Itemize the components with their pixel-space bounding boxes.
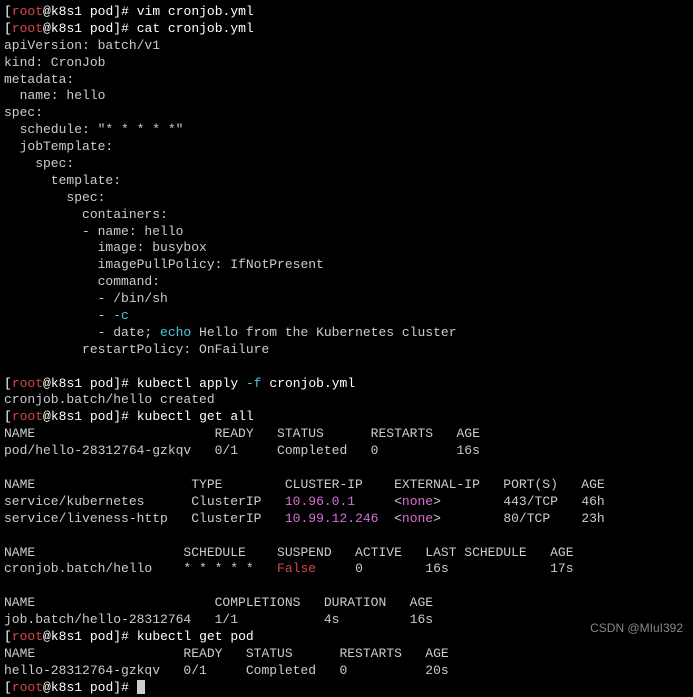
table-header: NAME READY STATUS RESTARTS AGE bbox=[4, 426, 689, 443]
blank-line bbox=[4, 528, 689, 545]
table-header: NAME TYPE CLUSTER-IP EXTERNAL-IP PORT(S)… bbox=[4, 477, 689, 494]
yaml-line: restartPolicy: OnFailure bbox=[4, 342, 689, 359]
prompt-line: [root@k8s1 pod]# cat cronjob.yml bbox=[4, 21, 689, 38]
yaml-line: - -c bbox=[4, 308, 689, 325]
command-getall: kubectl get all bbox=[137, 409, 254, 424]
yaml-line: spec: bbox=[4, 190, 689, 207]
yaml-line: spec: bbox=[4, 156, 689, 173]
yaml-line: - /bin/sh bbox=[4, 291, 689, 308]
prompt-line: [root@k8s1 pod]# kubectl apply -f cronjo… bbox=[4, 376, 689, 393]
prompt-line: [root@k8s1 pod]# vim cronjob.yml bbox=[4, 4, 689, 21]
command-getpod: kubectl get pod bbox=[137, 629, 254, 644]
table-header: NAME READY STATUS RESTARTS AGE bbox=[4, 646, 689, 663]
table-row: job.batch/hello-28312764 1/1 4s 16s bbox=[4, 612, 689, 629]
table-row: service/kubernetes ClusterIP 10.96.0.1 <… bbox=[4, 494, 689, 511]
yaml-line: apiVersion: batch/v1 bbox=[4, 38, 689, 55]
yaml-line: template: bbox=[4, 173, 689, 190]
blank-line bbox=[4, 578, 689, 595]
yaml-line: schedule: "* * * * *" bbox=[4, 122, 689, 139]
apply-result: cronjob.batch/hello created bbox=[4, 392, 689, 409]
watermark: CSDN @MIuI392 bbox=[590, 621, 683, 637]
yaml-line: - name: hello bbox=[4, 224, 689, 241]
yaml-line: jobTemplate: bbox=[4, 139, 689, 156]
cursor-icon bbox=[137, 680, 145, 694]
table-header: NAME SCHEDULE SUSPEND ACTIVE LAST SCHEDU… bbox=[4, 545, 689, 562]
yaml-line: - date; echo Hello from the Kubernetes c… bbox=[4, 325, 689, 342]
yaml-line: imagePullPolicy: IfNotPresent bbox=[4, 257, 689, 274]
yaml-line: name: hello bbox=[4, 88, 689, 105]
command-apply: kubectl apply bbox=[137, 376, 246, 391]
table-header: NAME COMPLETIONS DURATION AGE bbox=[4, 595, 689, 612]
table-row: cronjob.batch/hello * * * * * False 0 16… bbox=[4, 561, 689, 578]
table-row: pod/hello-28312764-gzkqv 0/1 Completed 0… bbox=[4, 443, 689, 460]
yaml-line: command: bbox=[4, 274, 689, 291]
yaml-line: spec: bbox=[4, 105, 689, 122]
terminal-output: [root@k8s1 pod]# vim cronjob.yml [root@k… bbox=[4, 4, 689, 697]
blank-line bbox=[4, 359, 689, 376]
command-cat: cat cronjob.yml bbox=[137, 21, 254, 36]
prompt-line: [root@k8s1 pod]# kubectl get pod bbox=[4, 629, 689, 646]
yaml-line: kind: CronJob bbox=[4, 55, 689, 72]
yaml-line: containers: bbox=[4, 207, 689, 224]
prompt-line: [root@k8s1 pod]# kubectl get all bbox=[4, 409, 689, 426]
yaml-line: metadata: bbox=[4, 72, 689, 89]
table-row: hello-28312764-gzkqv 0/1 Completed 0 20s bbox=[4, 663, 689, 680]
yaml-line: image: busybox bbox=[4, 240, 689, 257]
prompt-line[interactable]: [root@k8s1 pod]# bbox=[4, 680, 689, 697]
command-vim: vim cronjob.yml bbox=[137, 4, 254, 19]
table-row: service/liveness-http ClusterIP 10.99.12… bbox=[4, 511, 689, 528]
blank-line bbox=[4, 460, 689, 477]
